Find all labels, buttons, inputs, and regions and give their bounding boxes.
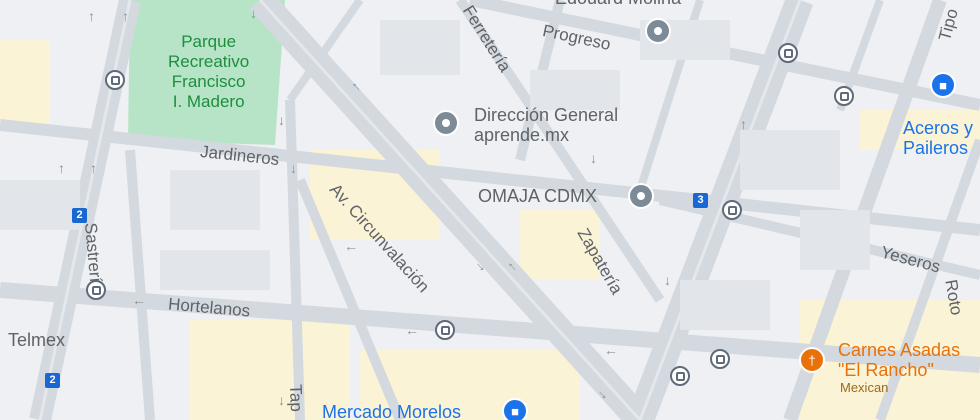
one-way-arrow-icon: ← (344, 238, 358, 254)
place-omaja[interactable]: OMAJA CDMX (478, 186, 597, 206)
bus-stop-icon[interactable] (710, 349, 730, 369)
bus-stop-icon[interactable] (105, 70, 125, 90)
one-way-arrow-icon: ↓ (250, 5, 257, 21)
place-top-partial[interactable]: Edouard Molina (555, 0, 681, 8)
one-way-arrow-icon: ↓ (590, 150, 597, 166)
bus-stop-icon[interactable] (86, 280, 106, 300)
place-carnes[interactable]: Carnes Asadas "El Rancho" (838, 340, 960, 380)
bus-stop-icon[interactable] (834, 86, 854, 106)
bus-stop-icon[interactable] (670, 366, 690, 386)
place-pin-icon[interactable] (628, 183, 654, 209)
direccion-line-2: aprende.mx (474, 125, 570, 145)
carnes-line-1: Carnes Asadas (838, 340, 961, 360)
bus-stop-icon[interactable] (435, 320, 455, 340)
place-mercado[interactable]: Mercado Morelos (322, 402, 461, 420)
place-aceros[interactable]: Aceros y Paileros (903, 118, 973, 158)
route-badge-3[interactable]: 3 (693, 193, 708, 208)
bus-stop-icon[interactable] (778, 43, 798, 63)
one-way-arrow-icon: ↑ (90, 160, 97, 176)
one-way-arrow-icon: ← (132, 292, 146, 308)
one-way-arrow-icon: ↓ (290, 160, 297, 176)
one-way-arrow-icon: ← (405, 322, 419, 338)
place-pin-icon[interactable] (645, 18, 671, 44)
one-way-arrow-icon: ↑ (58, 160, 65, 176)
aceros-line-2: Paileros (903, 138, 969, 158)
one-way-arrow-icon: ↑ (88, 8, 95, 24)
park-line-2: Recreativo (168, 52, 250, 71)
one-way-arrow-icon: ↑ (122, 8, 129, 24)
one-way-arrow-icon: ↓ (278, 112, 285, 128)
school-icon[interactable] (433, 110, 459, 136)
aceros-line-1: Aceros y (903, 118, 974, 138)
park-line-1: Parque (181, 32, 237, 51)
carnes-line-2: "El Rancho" (838, 360, 934, 380)
one-way-arrow-icon: ← (604, 342, 618, 358)
shopping-cart-icon[interactable]: ■ (502, 398, 528, 420)
place-direccion-general[interactable]: Dirección General aprende.mx (474, 105, 618, 145)
shopping-bag-icon[interactable]: ■ (930, 72, 956, 98)
map-canvas[interactable]: Parque Recreativo Francisco I. Madero Ja… (0, 0, 980, 420)
restaurant-icon[interactable]: † (799, 347, 825, 373)
street-tap: Tap (286, 384, 306, 413)
route-badge-2[interactable]: 2 (45, 373, 60, 388)
one-way-arrow-icon: ↓ (664, 272, 671, 288)
route-badge-2[interactable]: 2 (72, 208, 87, 223)
bus-stop-icon[interactable] (722, 200, 742, 220)
carnes-category: Mexican (840, 380, 889, 395)
park-label: Parque Recreativo Francisco I. Madero (168, 32, 249, 112)
one-way-arrow-icon: ↑ (740, 116, 747, 132)
place-telmex[interactable]: Telmex (8, 330, 65, 350)
park-line-3: Francisco (171, 72, 246, 91)
direccion-line-1: Dirección General (474, 105, 619, 125)
one-way-arrow-icon: ↓ (278, 392, 285, 408)
park-line-4: I. Madero (172, 92, 245, 111)
